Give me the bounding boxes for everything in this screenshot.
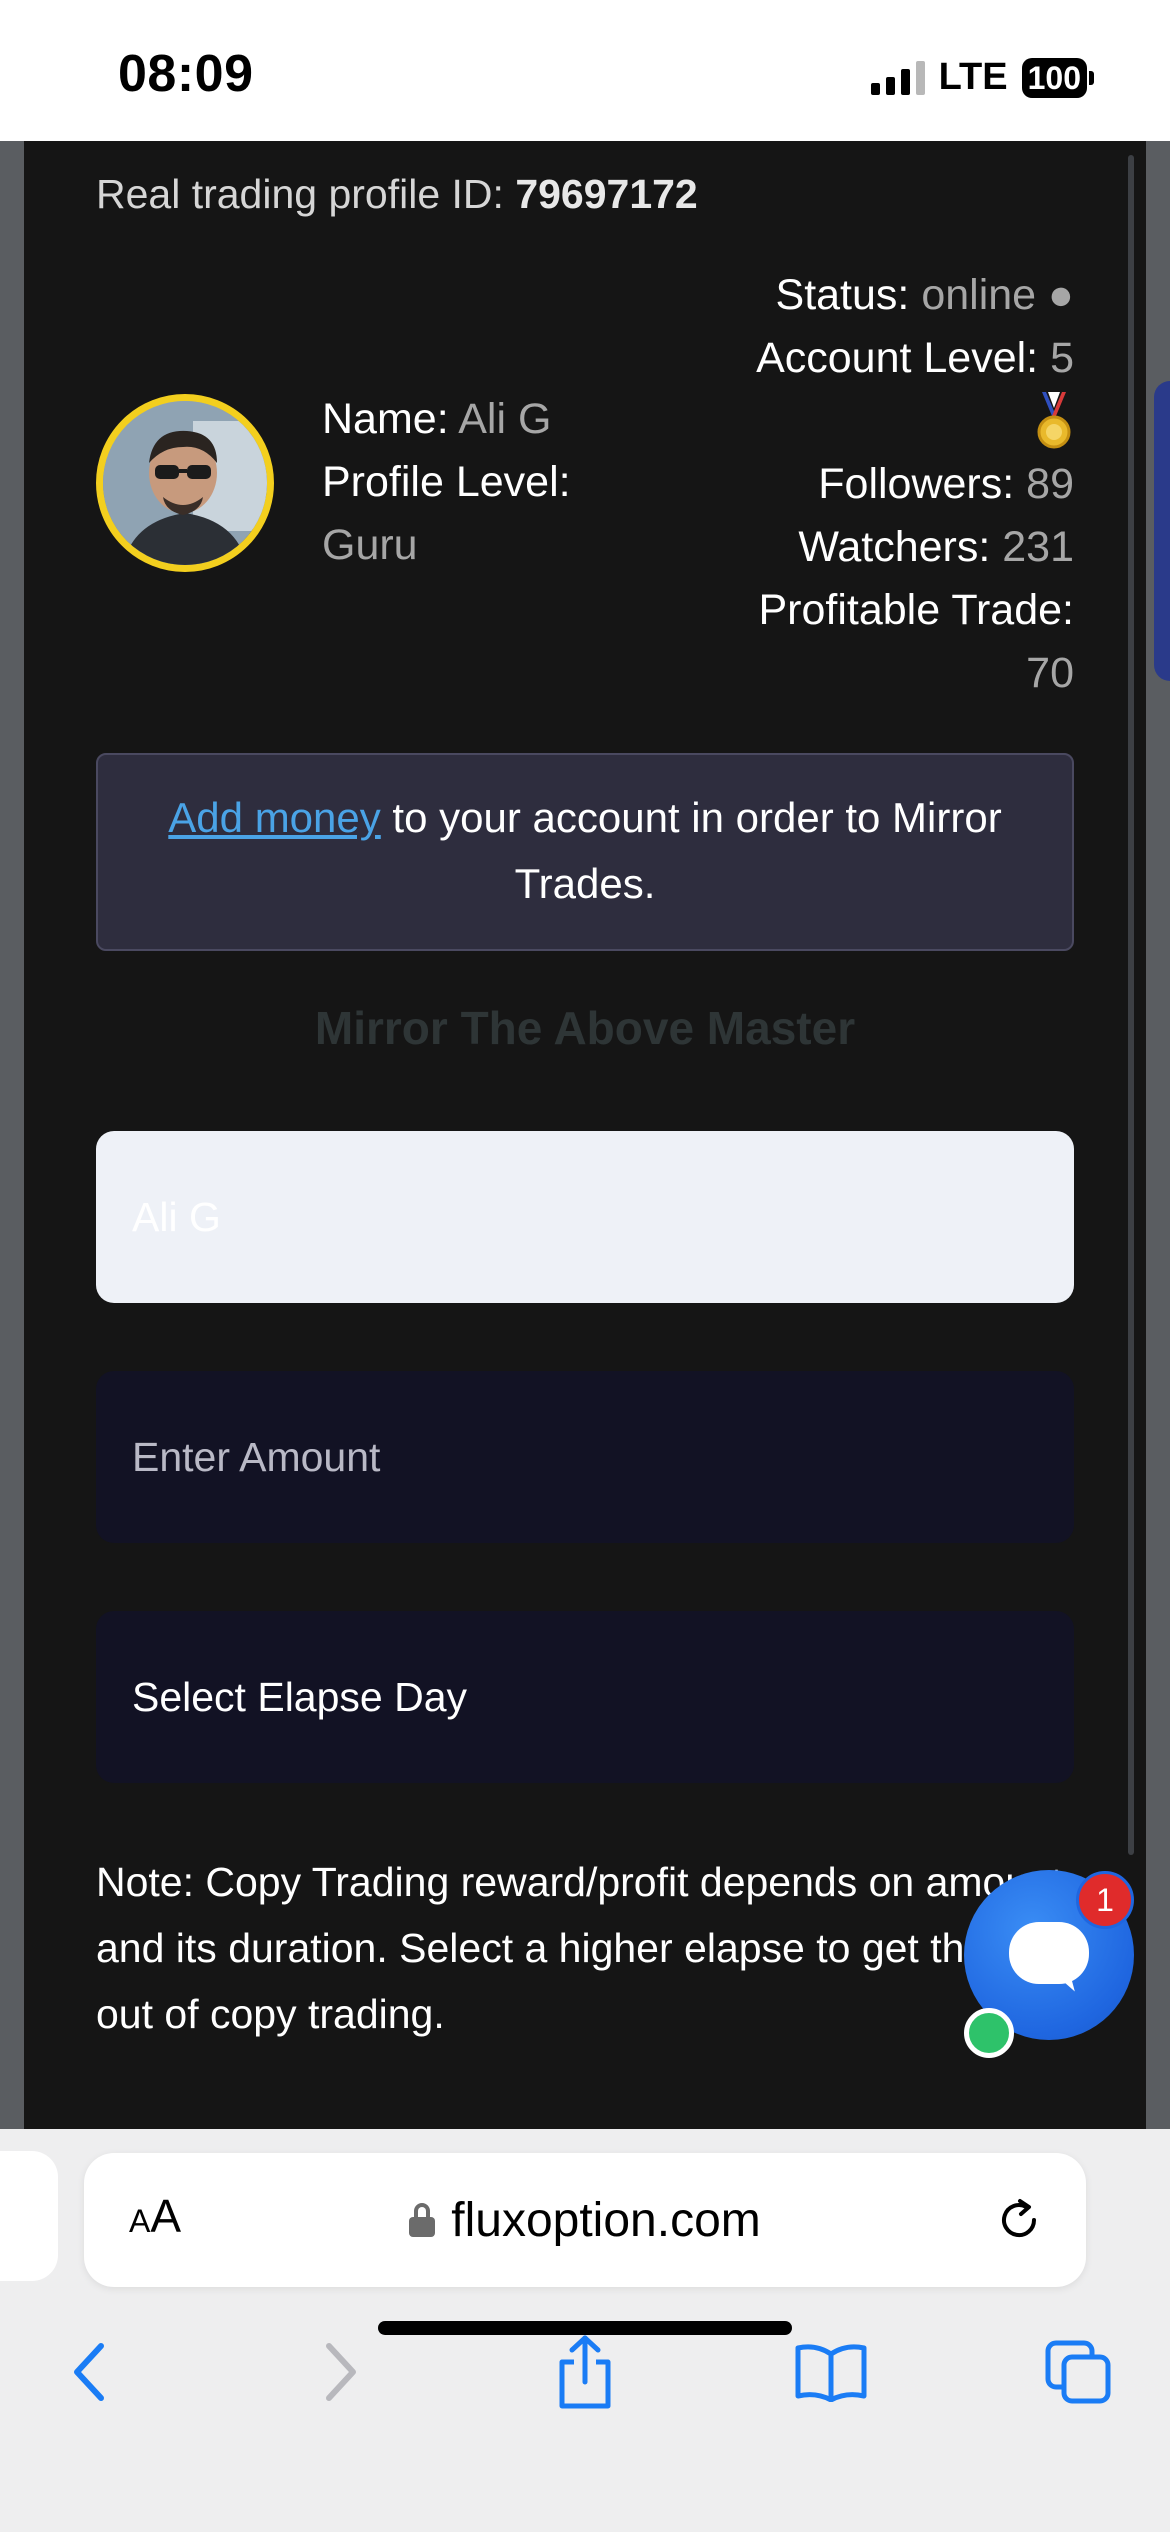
chevron-right-icon bbox=[326, 2343, 356, 2401]
signal-icon bbox=[870, 60, 925, 95]
name-label: Name: bbox=[322, 395, 459, 443]
notice-text: to your account in order to Mirror Trade… bbox=[380, 794, 1002, 907]
profile-basic-info: Name: Ali G Profile Level: Guru bbox=[322, 388, 622, 577]
trader-profile-page: Real trading profile ID: 79697172 Name: … bbox=[24, 141, 1146, 2129]
account-level-value: 5 bbox=[1050, 334, 1074, 382]
profitable-trade-value: 70 bbox=[1026, 649, 1074, 697]
status-bar: 08:09 LTE 100 bbox=[0, 0, 1170, 141]
followers-row: Followers: 89 bbox=[634, 453, 1074, 516]
tabs-icon bbox=[1045, 2340, 1111, 2404]
profile-id-value: 79697172 bbox=[515, 171, 698, 217]
previous-tab-edge[interactable] bbox=[0, 2151, 58, 2281]
mirror-title: Mirror The Above Master bbox=[314, 1002, 856, 1054]
lock-icon bbox=[409, 2203, 436, 2237]
amount-input[interactable]: Enter Amount bbox=[96, 1371, 1074, 1543]
avatar bbox=[96, 394, 274, 572]
profile-id-label: Real trading profile ID: bbox=[96, 171, 516, 217]
status-indicators: LTE 100 bbox=[870, 56, 1094, 99]
status-value: online ● bbox=[921, 271, 1074, 319]
name-value: Ali G bbox=[458, 395, 552, 443]
reload-icon[interactable] bbox=[996, 2197, 1042, 2243]
watchers-value: 231 bbox=[1002, 523, 1074, 571]
profile-stats: Status: online ● Account Level: 5 Follow… bbox=[634, 264, 1074, 705]
chat-online-indicator bbox=[964, 2008, 1014, 2058]
master-name-field[interactable]: Ali G bbox=[96, 1131, 1074, 1303]
url-text: fluxoption.com bbox=[451, 2193, 761, 2247]
add-money-link[interactable]: Add money bbox=[168, 794, 380, 841]
chat-unread-badge: 1 bbox=[1076, 1871, 1134, 1929]
followers-label: Followers: bbox=[818, 460, 1027, 508]
status-time: 08:09 bbox=[118, 45, 254, 103]
profile-level-value: Guru bbox=[322, 521, 418, 569]
watchers-row: Watchers: 231 bbox=[634, 516, 1074, 579]
elapse-day-select[interactable]: Select Elapse Day bbox=[96, 1611, 1074, 1783]
add-money-notice: Add money to your account in order to Mi… bbox=[96, 753, 1074, 951]
profile-level-label: Profile Level: bbox=[322, 458, 571, 506]
name-row: Name: Ali G bbox=[322, 388, 622, 451]
home-indicator[interactable] bbox=[378, 2321, 792, 2335]
tabs-button[interactable] bbox=[1034, 2317, 1124, 2427]
share-icon bbox=[559, 2335, 611, 2409]
side-panel-edge bbox=[1154, 381, 1170, 681]
battery-level: 100 bbox=[1021, 57, 1087, 98]
book-icon bbox=[795, 2344, 867, 2402]
medal-icon bbox=[1037, 391, 1071, 448]
chevron-left-icon bbox=[74, 2343, 104, 2401]
account-level-label: Account Level: bbox=[756, 334, 1051, 382]
profile-id: Real trading profile ID: 79697172 bbox=[96, 171, 698, 218]
status-row: Status: online ● bbox=[634, 264, 1074, 327]
address-bar[interactable]: AA fluxoption.com bbox=[84, 2153, 1086, 2287]
account-level-row: Account Level: 5 bbox=[634, 327, 1074, 390]
network-label: LTE bbox=[938, 56, 1008, 98]
watchers-label: Watchers: bbox=[798, 523, 1003, 571]
status-label: Status: bbox=[775, 271, 922, 319]
followers-value: 89 bbox=[1026, 460, 1074, 508]
forward-button[interactable] bbox=[296, 2317, 386, 2427]
web-content[interactable]: Real trading profile ID: 79697172 Name: … bbox=[0, 141, 1170, 2129]
profitable-trade-label: Profitable Trade: bbox=[758, 586, 1074, 634]
battery-icon: 100 bbox=[1021, 57, 1094, 98]
copy-trading-note: Note: Copy Trading reward/profit depends… bbox=[96, 1859, 1088, 2037]
bookmarks-button[interactable] bbox=[786, 2317, 876, 2427]
medal-row bbox=[634, 390, 1074, 453]
back-button[interactable] bbox=[44, 2317, 134, 2427]
